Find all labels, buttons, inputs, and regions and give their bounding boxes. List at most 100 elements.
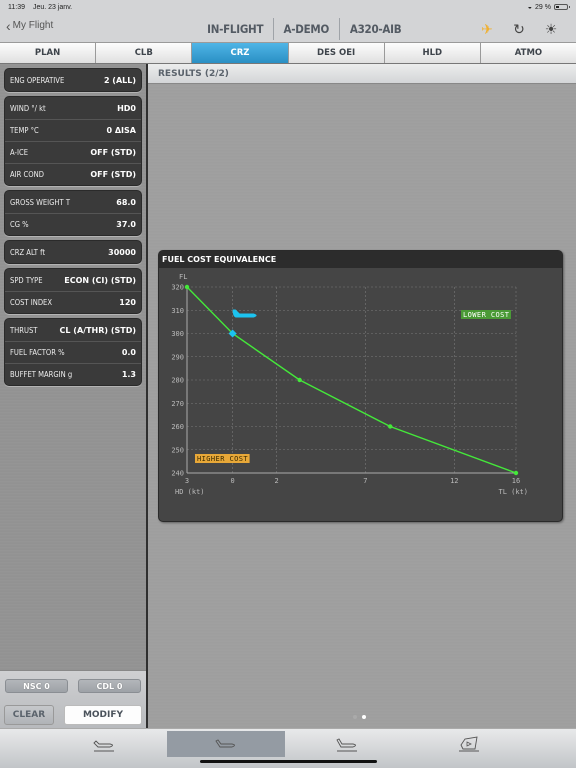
landing-icon bbox=[336, 738, 357, 752]
y-tick-label: 300 bbox=[171, 330, 184, 338]
x-tick-label: 2 bbox=[274, 477, 278, 485]
y-tick-label: 290 bbox=[171, 353, 184, 361]
param-group-conditions: WIND °/ kt HD0 TEMP °C 0 ΔISA A-ICE OFF … bbox=[4, 96, 142, 186]
battery-percent: 29 % bbox=[535, 3, 551, 11]
param-label: TEMP °C bbox=[10, 126, 39, 135]
nsc-button[interactable]: NSC 0 bbox=[5, 679, 68, 693]
back-label: My Flight bbox=[12, 20, 54, 31]
param-label: GROSS WEIGHT T bbox=[10, 197, 71, 207]
param-value: 2 (ALL) bbox=[103, 75, 136, 85]
y-tick-label: 240 bbox=[171, 470, 184, 478]
param-thrust[interactable]: THRUST CL (A/THR) (STD) bbox=[5, 319, 141, 341]
tab-flight-envelope[interactable] bbox=[410, 731, 528, 757]
param-label: THRUST bbox=[10, 325, 38, 335]
fuel-cost-chart: FL 240 250 260 270 280 290 300 310 320 3 0 2 7 12 16 HD … bbox=[171, 273, 528, 496]
param-fuel-factor[interactable]: FUEL FACTOR % 0.0 bbox=[5, 341, 141, 363]
tab-takeoff[interactable] bbox=[45, 731, 163, 757]
param-value: 37.0 bbox=[116, 220, 136, 229]
data-point bbox=[513, 470, 519, 476]
tab-crz[interactable]: CRZ bbox=[192, 43, 289, 63]
y-tick-label: 270 bbox=[171, 400, 184, 408]
param-value: 30000 bbox=[108, 247, 136, 257]
param-crz-alt[interactable]: CRZ ALT ft 30000 bbox=[5, 241, 141, 263]
refresh-icon[interactable]: ↻ bbox=[512, 21, 526, 38]
param-label: WIND °/ kt bbox=[10, 103, 46, 113]
title-divider bbox=[338, 18, 340, 40]
y-tick-label: 250 bbox=[171, 446, 184, 454]
param-value: 0 ΔISA bbox=[106, 126, 136, 135]
tab-hld[interactable]: HLD bbox=[384, 43, 481, 63]
param-value: HD0 bbox=[117, 103, 136, 113]
param-value: CL (A/THR) (STD) bbox=[59, 325, 136, 335]
battery-icon bbox=[554, 4, 570, 10]
title-flight-phase: IN-FLIGHT bbox=[207, 22, 264, 36]
x-tick-label: 7 bbox=[363, 477, 367, 485]
x-tick-label: 16 bbox=[512, 477, 520, 485]
cruise-icon bbox=[215, 739, 235, 748]
cdl-button[interactable]: CDL 0 bbox=[78, 679, 141, 693]
airplane-mode-icon[interactable]: ✈ bbox=[480, 21, 494, 38]
param-group-altitude: CRZ ALT ft 30000 bbox=[4, 240, 142, 264]
tab-plan[interactable]: PLAN bbox=[0, 43, 97, 63]
param-value: 1.3 bbox=[121, 370, 136, 379]
status-time: 11:39 bbox=[8, 3, 25, 11]
results-panel: RESULTS (2/2) FUEL COST EQUIVALENCE FL 24… bbox=[148, 64, 576, 728]
param-group-performance: THRUST CL (A/THR) (STD) FUEL FACTOR % 0.… bbox=[4, 318, 142, 386]
status-date: Jeu. 23 janv. bbox=[32, 3, 73, 11]
lower-cost-label: LOWER COST bbox=[463, 311, 510, 319]
status-bar: 11:39 Jeu. 23 janv. ◒ 29 % bbox=[0, 0, 576, 14]
param-air-cond[interactable]: AIR COND OFF (STD) bbox=[5, 163, 141, 185]
tab-landing[interactable] bbox=[288, 731, 406, 757]
page-dot-2[interactable] bbox=[362, 715, 366, 719]
param-group-engines: ENG OPERATIVE 2 (ALL) bbox=[4, 68, 142, 92]
param-value: 120 bbox=[119, 298, 136, 307]
param-label: BUFFET MARGIN g bbox=[10, 370, 73, 379]
page-dot-1[interactable] bbox=[353, 715, 357, 719]
x-tick-label: 3 bbox=[185, 477, 189, 485]
param-wind[interactable]: WIND °/ kt HD0 bbox=[5, 97, 141, 119]
param-buffet-margin[interactable]: BUFFET MARGIN g 1.3 bbox=[5, 363, 141, 385]
flight-envelope-icon bbox=[459, 736, 479, 752]
param-cg[interactable]: CG % 37.0 bbox=[5, 213, 141, 235]
param-gross-weight[interactable]: GROSS WEIGHT T 68.0 bbox=[5, 191, 141, 213]
param-eng-operative[interactable]: ENG OPERATIVE 2 (ALL) bbox=[5, 69, 141, 91]
param-value: OFF (STD) bbox=[90, 148, 136, 157]
x-tick-label: 0 bbox=[230, 477, 234, 485]
aircraft-icon bbox=[232, 309, 257, 318]
data-point bbox=[297, 377, 302, 383]
sidebar-actions: NSC 0 CDL 0 CLEAR MODIFY bbox=[0, 670, 146, 728]
y-tick-label: 320 bbox=[171, 284, 184, 292]
tab-cruise[interactable] bbox=[167, 731, 285, 757]
navigation-bar: ‹ My Flight IN-FLIGHT A-DEMO A320-AIB ✈ … bbox=[0, 14, 576, 42]
param-label: AIR COND bbox=[10, 170, 44, 179]
wifi-icon: ◒ bbox=[527, 3, 533, 11]
param-group-speed: SPD TYPE ECON (CI) (STD) COST INDEX 120 bbox=[4, 268, 142, 314]
y-tick-label: 260 bbox=[171, 423, 184, 431]
tab-atmo[interactable]: ATMO bbox=[480, 43, 576, 63]
page-indicator bbox=[353, 715, 366, 719]
clear-button[interactable]: CLEAR bbox=[4, 705, 54, 725]
brightness-icon[interactable]: ☀ bbox=[544, 21, 558, 38]
results-header: RESULTS (2/2) bbox=[148, 64, 576, 84]
x-tick-label: 12 bbox=[450, 477, 458, 485]
title-flight-name: A-DEMO bbox=[283, 22, 330, 36]
param-label: SPD TYPE bbox=[10, 275, 43, 285]
back-button[interactable]: ‹ My Flight bbox=[6, 17, 54, 34]
param-cost-index[interactable]: COST INDEX 120 bbox=[5, 291, 141, 313]
fuel-cost-chart-card: FUEL COST EQUIVALENCE FL 240 250 260 270 280 2… bbox=[158, 250, 563, 522]
param-label: ENG OPERATIVE bbox=[10, 75, 65, 85]
chart-title: FUEL COST EQUIVALENCE bbox=[159, 251, 562, 268]
higher-cost-label: HIGHER COST bbox=[197, 455, 248, 463]
param-anti-ice[interactable]: A-ICE OFF (STD) bbox=[5, 141, 141, 163]
tab-clb[interactable]: CLB bbox=[96, 43, 193, 63]
param-value: OFF (STD) bbox=[90, 170, 136, 179]
modify-button[interactable]: MODIFY bbox=[64, 705, 142, 725]
takeoff-icon bbox=[93, 740, 114, 752]
param-temp[interactable]: TEMP °C 0 ΔISA bbox=[5, 119, 141, 141]
title-aircraft: A320-AIB bbox=[349, 22, 402, 36]
tab-des-oei[interactable]: DES OEI bbox=[288, 43, 385, 63]
chevron-left-icon: ‹ bbox=[6, 17, 11, 34]
param-spd-type[interactable]: SPD TYPE ECON (CI) (STD) bbox=[5, 269, 141, 291]
data-point bbox=[388, 424, 393, 429]
param-label: FUEL FACTOR % bbox=[10, 348, 65, 357]
